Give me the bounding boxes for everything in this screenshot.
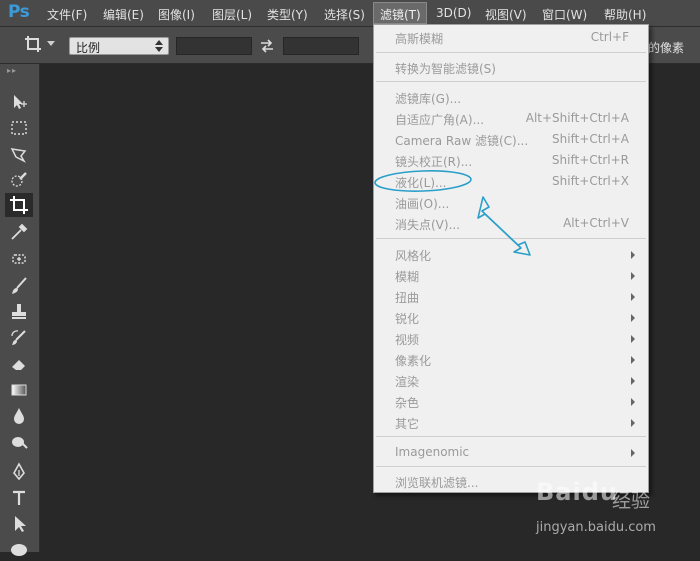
menu-item-sharpen[interactable]: 锐化 [395, 310, 635, 328]
menu-filter[interactable]: 滤镜(T) [373, 2, 427, 24]
crop-tool-icon[interactable] [5, 193, 33, 217]
ratio-select-value: 比例 [76, 41, 101, 55]
dodge-tool-icon[interactable] [9, 432, 29, 452]
menu-image[interactable]: 图像(I) [158, 6, 195, 23]
annotation-highlight [374, 170, 531, 256]
blur-tool-icon[interactable] [9, 406, 29, 426]
toolbox: ▸▸ [0, 64, 40, 556]
menu-type[interactable]: 类型(Y) [267, 6, 308, 23]
lasso-tool-icon[interactable] [9, 144, 29, 164]
menu-layer[interactable]: 图层(L) [212, 6, 252, 23]
submenu-arrow-icon [631, 293, 635, 301]
submenu-arrow-icon [631, 314, 635, 322]
move-tool-icon[interactable] [9, 92, 29, 112]
menu-item-gaussian-blur[interactable]: 高斯模糊 Ctrl+F [395, 30, 635, 48]
menu-item-convert-smart-filter[interactable]: 转换为智能滤镜(S) [395, 60, 635, 78]
pen-tool-icon[interactable] [9, 462, 29, 482]
select-arrows-icon [155, 40, 163, 52]
menu-separator [376, 466, 646, 467]
menu-3d[interactable]: 3D(D) [436, 6, 471, 20]
healing-brush-tool-icon[interactable] [9, 249, 29, 269]
swap-icon[interactable] [259, 38, 275, 54]
submenu-arrow-icon [631, 377, 635, 385]
menu-item-pixelate[interactable]: 像素化 [395, 352, 635, 370]
menu-item-other[interactable]: 其它 [395, 415, 635, 433]
menu-item-blur[interactable]: 模糊 [395, 268, 635, 286]
menu-file[interactable]: 文件(F) [47, 6, 87, 23]
quick-select-tool-icon[interactable] [9, 170, 29, 190]
submenu-arrow-icon [631, 251, 635, 259]
watermark-url: jingyan.baidu.com [536, 520, 656, 535]
eraser-tool-icon[interactable] [9, 354, 29, 374]
ratio-select[interactable]: 比例 [69, 37, 169, 55]
submenu-arrow-icon [631, 449, 635, 457]
menu-separator [376, 52, 646, 53]
chevron-down-icon[interactable] [47, 41, 55, 46]
history-brush-tool-icon[interactable] [9, 328, 29, 348]
submenu-arrow-icon [631, 419, 635, 427]
watermark-brand: Baidu [536, 478, 618, 506]
marquee-tool-icon[interactable] [9, 118, 29, 138]
submenu-arrow-icon [631, 335, 635, 343]
clone-stamp-tool-icon[interactable] [9, 302, 29, 322]
menu-filter-label: 滤镜(T) [380, 8, 421, 22]
submenu-arrow-icon [631, 398, 635, 406]
submenu-arrow-icon [631, 272, 635, 280]
menu-item-noise[interactable]: 杂色 [395, 394, 635, 412]
crop-width-input[interactable] [176, 37, 252, 55]
path-select-tool-icon[interactable] [9, 514, 29, 534]
watermark-sub: 经验 [612, 490, 651, 512]
options-right-text: 的像素 [648, 41, 685, 55]
annotation-ellipse [374, 170, 472, 192]
menu-bar: Ps 文件(F) 编辑(E) 图像(I) 图层(L) 类型(Y) 选择(S) 滤… [0, 0, 700, 27]
menu-item-camera-raw[interactable]: Camera Raw 滤镜(C)... Shift+Ctrl+A [395, 132, 635, 150]
type-tool-icon[interactable] [9, 488, 29, 508]
menu-separator [376, 81, 646, 82]
menu-item-video[interactable]: 视频 [395, 331, 635, 349]
menu-item-render[interactable]: 渲染 [395, 373, 635, 391]
menu-select[interactable]: 选择(S) [324, 6, 365, 23]
menu-view[interactable]: 视图(V) [485, 6, 527, 23]
submenu-arrow-icon [631, 356, 635, 364]
menu-separator [376, 436, 646, 437]
shape-tool-icon[interactable] [9, 538, 29, 558]
photoshop-logo: Ps [8, 2, 30, 22]
menu-edit[interactable]: 编辑(E) [103, 6, 144, 23]
toolbox-grip-icon[interactable]: ▸▸ [7, 66, 17, 75]
menu-help[interactable]: 帮助(H) [604, 6, 646, 23]
menu-item-distort[interactable]: 扭曲 [395, 289, 635, 307]
annotation-arrow [477, 196, 531, 256]
menu-window[interactable]: 窗口(W) [542, 6, 587, 23]
baidu-jingyan-watermark: Baidu 经验 jingyan.baidu.com [530, 478, 700, 552]
menu-item-filter-gallery[interactable]: 滤镜库(G)... [395, 90, 635, 108]
menu-item-adaptive-wide-angle[interactable]: 自适应广角(A)... Alt+Shift+Ctrl+A [395, 111, 635, 129]
gradient-tool-icon[interactable] [9, 380, 29, 400]
crop-tool-preset-icon[interactable] [24, 35, 42, 53]
brush-tool-icon[interactable] [9, 276, 29, 296]
crop-height-input[interactable] [283, 37, 359, 55]
menu-item-imagenomic[interactable]: Imagenomic [395, 445, 635, 463]
eyedropper-tool-icon[interactable] [9, 222, 29, 242]
